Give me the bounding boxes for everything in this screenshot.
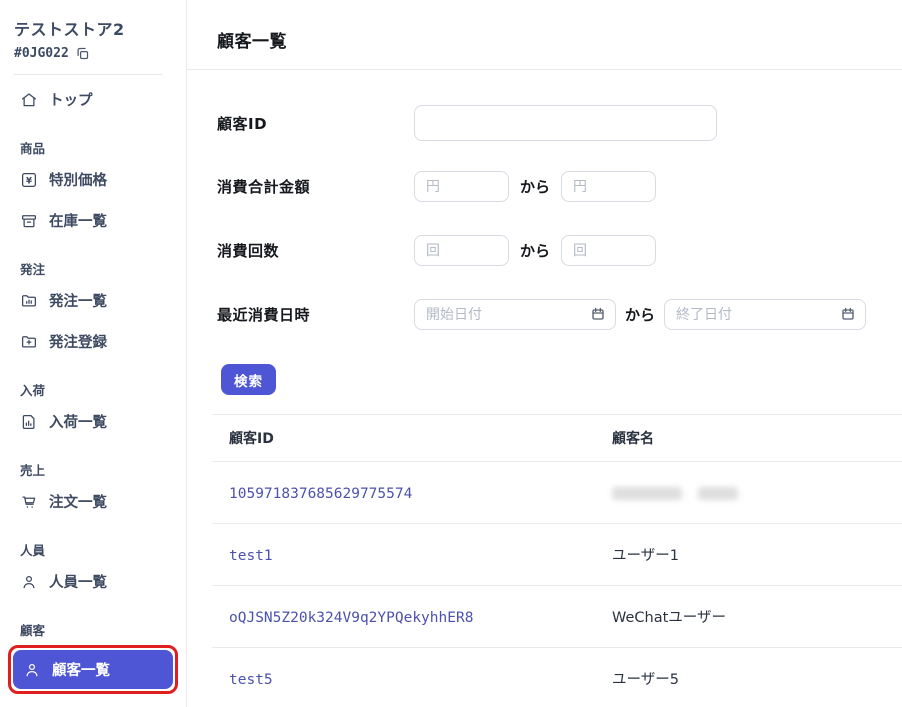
customer-id-link[interactable]: test5 (229, 672, 273, 688)
sidebar-section-sales: 売上 (14, 460, 172, 479)
sidebar-section-products: 商品 (14, 138, 172, 157)
sidebar-divider (14, 74, 162, 75)
sidebar-section-ordering: 発注 (14, 259, 172, 278)
filter-row-purchase-count: 消費回数 から (217, 235, 902, 266)
range-separator: から (625, 304, 655, 325)
table-row: test1 ユーザー1 (212, 524, 902, 586)
document-chart-icon (20, 413, 38, 431)
archive-icon (20, 212, 38, 230)
customer-id-link[interactable]: 105971837685629775574 (229, 486, 412, 502)
redacted-name-blob (612, 487, 682, 500)
sidebar-item-order-register[interactable]: 発注登録 (14, 321, 172, 362)
search-button[interactable]: 検索 (221, 364, 276, 395)
customer-table: 顧客ID 顧客名 105971837685629775574 test1 ユーザ… (212, 414, 902, 707)
person-icon (20, 573, 38, 591)
total-spend-from-input[interactable] (414, 171, 509, 202)
folder-chart-icon (20, 292, 38, 310)
sidebar-item-inventory[interactable]: 在庫一覧 (14, 200, 172, 241)
customer-id-input[interactable] (414, 105, 717, 141)
store-name: テストストア2 (14, 16, 172, 40)
table-row: 105971837685629775574 (212, 462, 902, 524)
search-filters: 顧客ID 消費合計金額 から 消費回数 から 最近消費日時 から (187, 70, 902, 330)
sidebar-nav: トップ 商品 ¥ 特別価格 在庫一覧 発注 (14, 79, 172, 694)
folder-plus-icon (20, 333, 38, 351)
table-row: test5 ユーザー5 (212, 648, 902, 707)
purchase-count-to-input[interactable] (561, 235, 656, 266)
customer-name-cell: ユーザー5 (612, 668, 902, 689)
main-content: 顧客一覧 顧客ID 消費合計金額 から 消費回数 から 最近消費日時 (187, 0, 902, 707)
customer-name-cell: WeChatユーザー (612, 606, 902, 627)
cart-icon (20, 493, 38, 511)
table-row: oQJSN5Z20k324V9q2YPQekyhhER8 WeChatユーザー (212, 586, 902, 648)
customer-name-cell: ユーザー1 (612, 544, 902, 565)
total-spend-to-input[interactable] (561, 171, 656, 202)
redacted-name-blob (698, 487, 738, 500)
customer-id-link[interactable]: test1 (229, 548, 273, 564)
sidebar-item-special-price[interactable]: ¥ 特別価格 (14, 159, 172, 200)
start-date-input[interactable] (414, 299, 616, 330)
column-header-customer-name: 顧客名 (612, 428, 902, 448)
sidebar-item-label: 発注登録 (49, 331, 107, 352)
home-icon (20, 91, 38, 109)
column-header-customer-id: 顧客ID (212, 428, 612, 448)
total-spend-label: 消費合計金額 (217, 176, 414, 197)
person-icon (23, 661, 41, 679)
svg-text:¥: ¥ (26, 176, 32, 186)
sidebar-item-staff-list[interactable]: 人員一覧 (14, 561, 172, 602)
end-date-input[interactable] (664, 299, 866, 330)
customer-id-link[interactable]: oQJSN5Z20k324V9q2YPQekyhhER8 (229, 610, 473, 626)
sidebar-section-arrival: 入荷 (14, 380, 172, 399)
store-code: #0JG022 (14, 46, 69, 61)
range-separator: から (520, 240, 550, 261)
sidebar-item-order-history[interactable]: 注文一覧 (14, 481, 172, 522)
store-code-row: #0JG022 (14, 46, 172, 61)
sidebar-item-order-list[interactable]: 発注一覧 (14, 280, 172, 321)
purchase-count-label: 消費回数 (217, 240, 414, 261)
main-header: 顧客一覧 (187, 0, 902, 70)
sidebar-item-customer-list[interactable]: 顧客一覧 (13, 650, 173, 689)
table-header-row: 顧客ID 顧客名 (212, 415, 902, 462)
sidebar-item-label: 注文一覧 (49, 491, 107, 512)
sidebar-section-staff: 人員 (14, 540, 172, 559)
sidebar-item-label: 特別価格 (49, 169, 107, 190)
filter-row-customer-id: 顧客ID (217, 105, 902, 141)
sidebar-item-label: 顧客一覧 (52, 659, 110, 680)
sidebar-item-arrival-list[interactable]: 入荷一覧 (14, 401, 172, 442)
recent-purchase-label: 最近消費日時 (217, 304, 414, 325)
sidebar-section-customers: 顧客 (14, 620, 172, 639)
annotation-highlight: 顧客一覧 (8, 645, 178, 694)
sidebar-item-label: 人員一覧 (49, 571, 107, 592)
filter-row-recent-purchase: 最近消費日時 から (217, 299, 902, 330)
copy-icon[interactable] (75, 46, 90, 61)
page-title: 顧客一覧 (187, 0, 902, 52)
end-date-wrap (664, 299, 866, 330)
customer-name-cell (612, 483, 902, 502)
sidebar-item-label: 入荷一覧 (49, 411, 107, 432)
customer-id-label: 顧客ID (217, 113, 414, 134)
start-date-wrap (414, 299, 616, 330)
sidebar-item-top[interactable]: トップ (14, 79, 172, 120)
filter-row-total-spend: 消費合計金額 から (217, 171, 902, 202)
range-separator: から (520, 176, 550, 197)
purchase-count-from-input[interactable] (414, 235, 509, 266)
yen-square-icon: ¥ (20, 171, 38, 189)
store-header: テストストア2 #0JG022 (14, 16, 172, 61)
sidebar-item-label: 発注一覧 (49, 290, 107, 311)
sidebar: テストストア2 #0JG022 トップ 商品 ¥ (0, 0, 187, 707)
sidebar-item-label: トップ (49, 89, 93, 110)
sidebar-item-label: 在庫一覧 (49, 210, 107, 231)
